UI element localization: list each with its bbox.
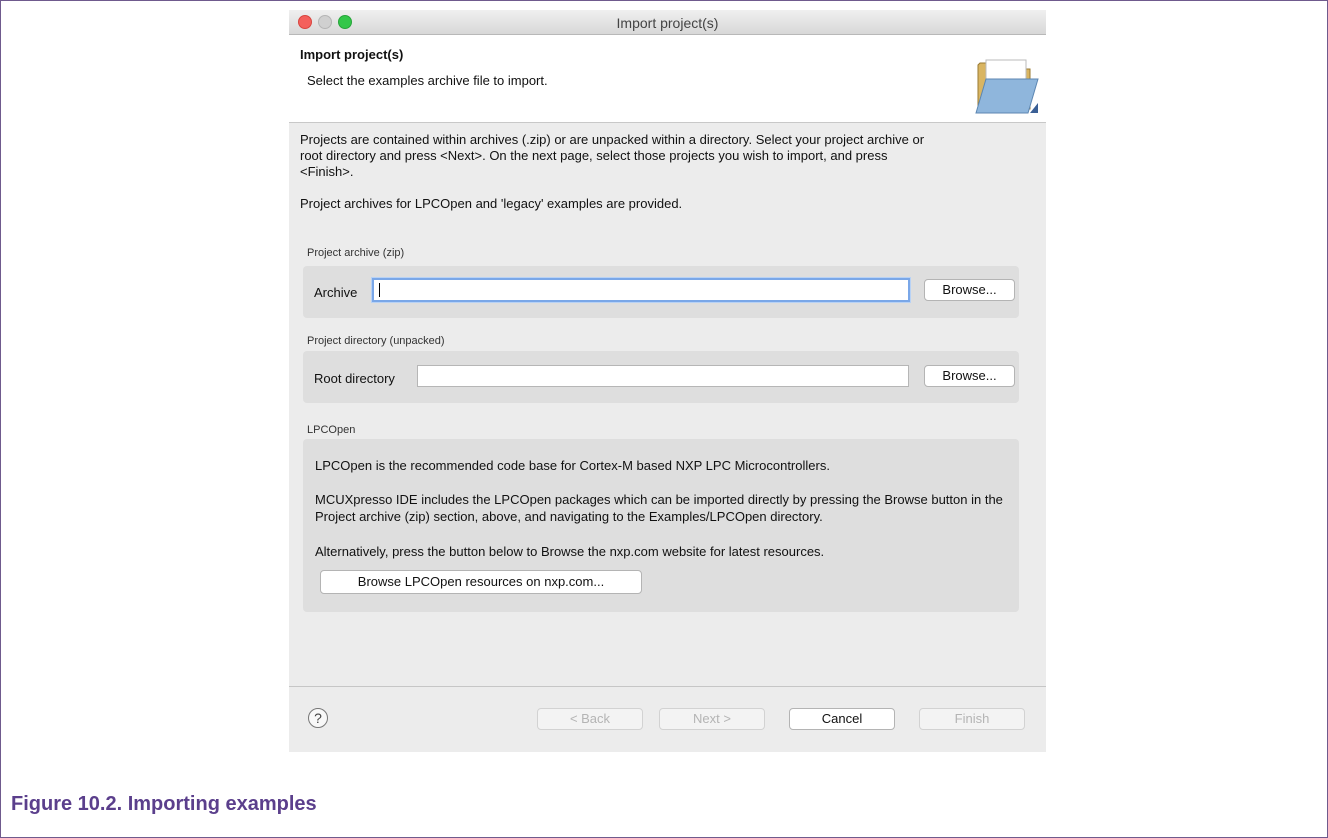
archive-group-label: Project archive (zip) bbox=[307, 247, 405, 259]
archive-group: Archive Browse... bbox=[303, 266, 1019, 318]
intro-text: Projects are contained within archives (… bbox=[300, 132, 940, 228]
root-directory-label: Root directory bbox=[314, 371, 395, 386]
directory-browse-button[interactable]: Browse... bbox=[924, 365, 1015, 387]
title-bar: Import project(s) bbox=[289, 10, 1046, 35]
cancel-button[interactable]: Cancel bbox=[789, 708, 895, 730]
finish-button[interactable]: Finish bbox=[919, 708, 1025, 730]
import-dialog: Import project(s) Import project(s) Sele… bbox=[289, 10, 1046, 752]
browse-lpcopen-button[interactable]: Browse LPCOpen resources on nxp.com... bbox=[320, 570, 642, 594]
lpcopen-import-hint: MCUXpresso IDE includes the LPCOpen pack… bbox=[315, 492, 1003, 524]
folder-icon bbox=[975, 59, 1039, 114]
archive-browse-button[interactable]: Browse... bbox=[924, 279, 1015, 301]
next-button[interactable]: Next > bbox=[659, 708, 765, 730]
figure-caption: Figure 10.2. Importing examples bbox=[11, 793, 317, 815]
banner-subtitle: Select the examples archive file to impo… bbox=[307, 73, 548, 88]
wizard-banner: Import project(s) Select the examples ar… bbox=[289, 35, 1046, 123]
lpcopen-group: LPCOpen is the recommended code base for… bbox=[303, 439, 1019, 612]
lpcopen-group-label: LPCOpen bbox=[307, 424, 356, 436]
lpcopen-description: LPCOpen is the recommended code base for… bbox=[315, 458, 830, 473]
root-directory-input[interactable] bbox=[417, 365, 909, 387]
lpcopen-browse-hint: Alternatively, press the button below to… bbox=[315, 544, 825, 559]
footer-divider bbox=[289, 686, 1046, 687]
directory-group-label: Project directory (unpacked) bbox=[307, 335, 445, 347]
archive-input[interactable] bbox=[372, 278, 910, 302]
directory-group: Root directory Browse... bbox=[303, 351, 1019, 403]
figure-frame: Import project(s) Import project(s) Sele… bbox=[0, 0, 1328, 838]
back-button[interactable]: < Back bbox=[537, 708, 643, 730]
help-icon[interactable]: ? bbox=[308, 708, 328, 728]
intro-paragraph: Project archives for LPCOpen and 'legacy… bbox=[300, 196, 683, 211]
archive-label: Archive bbox=[314, 285, 358, 300]
window-title: Import project(s) bbox=[616, 15, 719, 31]
text-cursor bbox=[379, 283, 380, 297]
intro-paragraph: Projects are contained within archives (… bbox=[300, 132, 925, 179]
banner-title: Import project(s) bbox=[300, 47, 404, 62]
